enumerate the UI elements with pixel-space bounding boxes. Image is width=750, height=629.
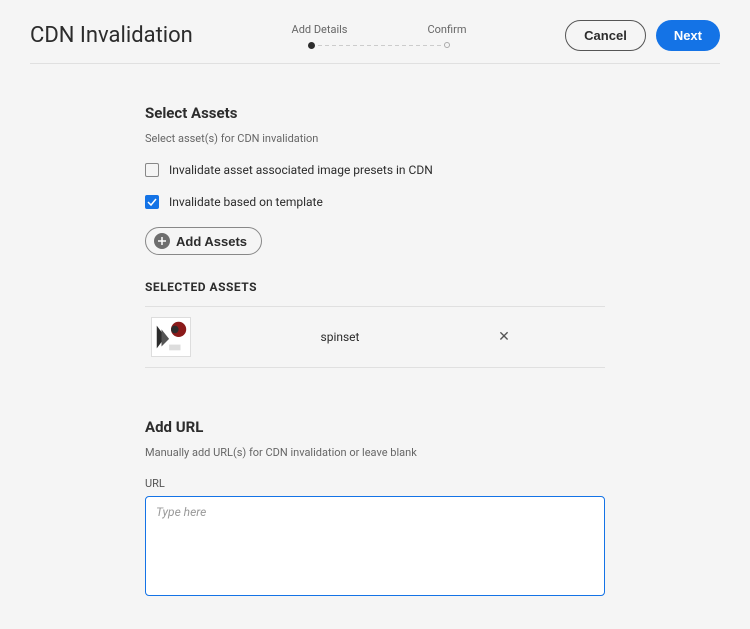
asset-list: spinset ✕ bbox=[145, 306, 605, 368]
remove-asset-button[interactable]: ✕ bbox=[489, 329, 519, 345]
add-assets-button[interactable]: Add Assets bbox=[145, 227, 262, 255]
plus-circle-icon bbox=[154, 233, 170, 249]
asset-thumbnail bbox=[151, 317, 191, 357]
steps-track-line bbox=[308, 42, 450, 49]
page-header: CDN Invalidation Add Details Confirm Can… bbox=[30, 20, 720, 64]
header-buttons: Cancel Next bbox=[565, 20, 720, 51]
select-assets-title: Select Assets bbox=[145, 104, 605, 122]
add-url-section: Add URL Manually add URL(s) for CDN inva… bbox=[145, 418, 605, 600]
checkbox-image-presets[interactable] bbox=[145, 163, 159, 177]
checkbox-template[interactable] bbox=[145, 195, 159, 209]
step-dot-end bbox=[444, 42, 450, 48]
cancel-button[interactable]: Cancel bbox=[565, 20, 646, 51]
checkbox-template-label: Invalidate based on template bbox=[169, 195, 323, 209]
add-assets-label: Add Assets bbox=[176, 234, 247, 249]
select-assets-desc: Select asset(s) for CDN invalidation bbox=[145, 132, 605, 145]
next-button[interactable]: Next bbox=[656, 20, 720, 51]
selected-assets-title: SELECTED ASSETS bbox=[145, 280, 605, 294]
step-add-details: Add Details bbox=[292, 23, 348, 36]
add-url-title: Add URL bbox=[145, 418, 605, 436]
checkbox-template-row: Invalidate based on template bbox=[145, 195, 605, 209]
step-confirm: Confirm bbox=[428, 23, 467, 36]
asset-name: spinset bbox=[203, 330, 477, 344]
close-icon: ✕ bbox=[498, 329, 510, 345]
step-dot-active bbox=[308, 42, 315, 49]
wizard-steps: Add Details Confirm bbox=[292, 23, 467, 49]
checkbox-image-presets-label: Invalidate asset associated image preset… bbox=[169, 163, 433, 177]
page-title: CDN Invalidation bbox=[30, 23, 193, 48]
add-url-desc: Manually add URL(s) for CDN invalidation… bbox=[145, 446, 605, 459]
asset-row: spinset ✕ bbox=[145, 307, 605, 367]
check-icon bbox=[147, 197, 157, 207]
url-input[interactable] bbox=[145, 496, 605, 596]
checkbox-image-presets-row: Invalidate asset associated image preset… bbox=[145, 163, 605, 177]
url-label: URL bbox=[145, 477, 605, 490]
main-content: Select Assets Select asset(s) for CDN in… bbox=[30, 64, 720, 600]
